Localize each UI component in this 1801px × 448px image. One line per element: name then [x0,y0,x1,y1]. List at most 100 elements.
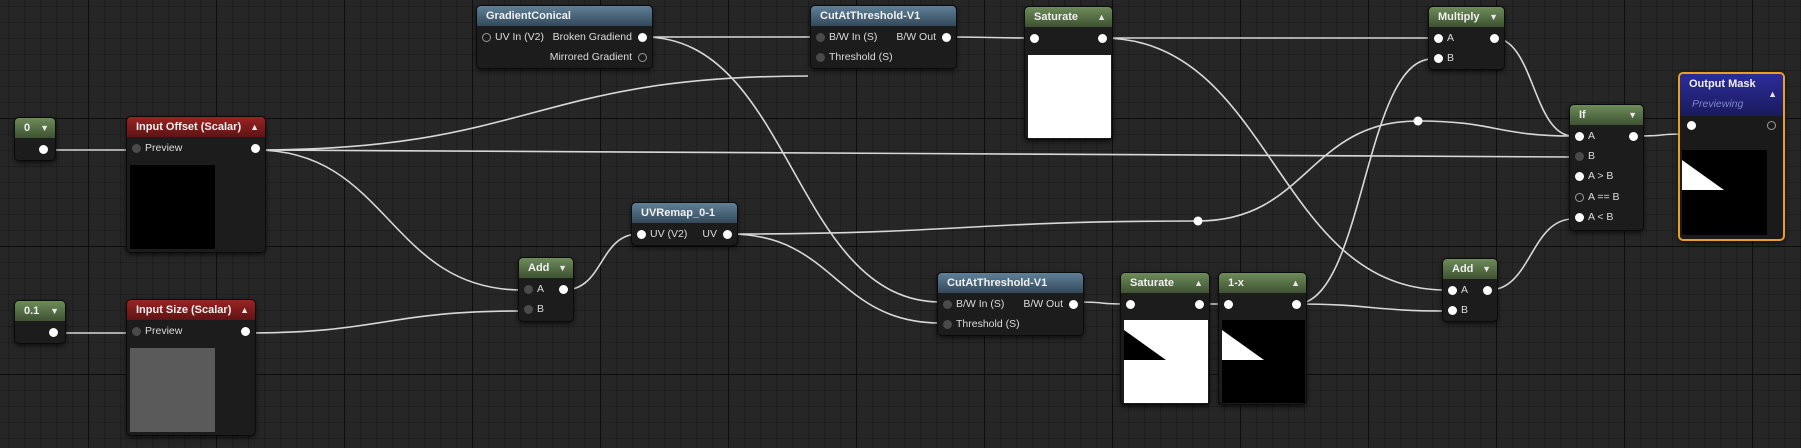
mask-shape [1222,330,1264,360]
output-pin[interactable] [1195,300,1204,309]
input-offset-scalar-node[interactable]: Input Offset (Scalar) ▲ Preview [126,116,266,253]
output-pin[interactable] [1490,34,1499,43]
preview-thumbnail [130,165,215,249]
triangle-down-icon[interactable]: ▼ [50,301,59,321]
input-pin-a-less-b[interactable] [1575,213,1584,222]
node-title: Multiply [1438,11,1480,23]
triangle-up-icon[interactable]: ▲ [250,117,259,137]
connection-wire[interactable] [1295,58,1433,305]
connection-wire[interactable] [1488,218,1574,291]
output-pin[interactable] [1483,286,1492,295]
triangle-down-icon[interactable]: ▼ [558,258,567,278]
input-pin-bw-in[interactable] [816,33,825,42]
constant-point-one-node[interactable]: 0.1 ▼ [14,300,66,344]
output-pin[interactable] [1629,132,1638,141]
output-pin[interactable] [251,144,260,153]
input-pin[interactable] [1224,300,1233,309]
connection-wire[interactable] [1417,120,1574,137]
preview-pin[interactable] [132,327,141,336]
triangle-down-icon[interactable]: ▼ [40,118,49,138]
output-pin[interactable] [559,285,568,294]
add-node-left[interactable]: Add ▼ A B [518,257,574,322]
multiply-node[interactable]: Multiply ▼ A B [1428,6,1505,70]
input-pin-b[interactable] [524,305,533,314]
gradient-conical-node[interactable]: GradientConical UV In (V2) Broken Gradie… [476,5,653,69]
input-pin-a[interactable] [1575,132,1584,141]
input-pin-uv[interactable] [637,230,646,239]
output-pin[interactable] [241,327,250,336]
node-title: GradientConical [486,10,571,22]
preview-thumbnail [1028,55,1111,138]
preview-pin[interactable] [132,144,141,153]
preview-thumbnail [1124,320,1208,403]
preview-label: Preview [145,142,183,154]
cut-at-threshold-node-bottom[interactable]: CutAtThreshold-V1 B/W In (S) B/W Out Thr… [937,272,1084,336]
input-pin[interactable] [1126,300,1135,309]
node-title: Saturate [1034,11,1079,23]
connection-wire[interactable] [729,220,1199,235]
triangle-down-icon[interactable]: ▼ [1482,259,1491,279]
output-mask-node[interactable]: Output Mask ▲ Previewing [1678,72,1785,241]
triangle-up-icon[interactable]: ▲ [1768,84,1777,104]
triangle-up-icon[interactable]: ▲ [1097,7,1106,27]
if-node[interactable]: If ▼ A B A > B A == B A < B [1569,104,1644,231]
pin-label-a: A [1588,130,1596,142]
output-pin-bw-out[interactable] [1069,300,1078,309]
connection-wire[interactable] [563,233,640,291]
input-pin[interactable] [1030,34,1039,43]
output-pin[interactable] [39,145,48,154]
input-size-scalar-node[interactable]: Input Size (Scalar) ▲ Preview [126,299,256,436]
output-pin[interactable] [1292,300,1301,309]
previewing-label: Previewing [1692,98,1744,110]
input-pin-bw-in[interactable] [943,300,952,309]
input-pin-a-equals-b[interactable] [1575,193,1584,202]
input-pin-a[interactable] [1434,34,1443,43]
connection-wire[interactable] [255,149,523,291]
input-pin-b[interactable] [1448,306,1457,315]
connection-wire[interactable] [729,233,942,324]
connection-wire[interactable] [1493,37,1574,137]
output-pin[interactable] [1767,121,1776,130]
reroute-node[interactable] [1413,116,1423,126]
connection-wire[interactable] [1295,303,1447,312]
input-pin-threshold[interactable] [816,53,825,62]
input-pin[interactable] [1687,121,1696,130]
triangle-up-icon[interactable]: ▲ [240,300,249,320]
reroute-node[interactable] [1193,216,1203,226]
connection-wire[interactable] [1101,37,1447,291]
output-pin[interactable] [49,328,58,337]
connection-wire[interactable] [245,310,523,334]
uvremap-node[interactable]: UVRemap_0-1 UV (V2) UV [631,202,738,246]
triangle-up-icon[interactable]: ▲ [1291,273,1300,293]
connection-wire[interactable] [255,149,1574,158]
saturate-node-top[interactable]: Saturate ▲ [1024,6,1113,140]
connection-wire[interactable] [255,75,809,151]
saturate-node-bottom[interactable]: Saturate ▲ [1120,272,1210,405]
node-title: Input Offset (Scalar) [136,121,242,133]
triangle-up-icon[interactable]: ▲ [1194,273,1203,293]
node-title: Add [528,262,550,274]
triangle-down-icon[interactable]: ▼ [1489,7,1498,27]
output-pin-uv[interactable] [723,230,732,239]
output-pin-broken-gradient[interactable] [638,33,647,42]
input-pin-a[interactable] [1448,286,1457,295]
connection-wire[interactable] [947,36,1034,39]
input-pin-a-greater-b[interactable] [1575,172,1584,181]
input-pin-threshold[interactable] [943,320,952,329]
input-pin-uv[interactable] [482,33,491,42]
output-pin[interactable] [1098,34,1107,43]
output-pin-bw-out[interactable] [942,33,951,42]
input-pin-b[interactable] [1575,152,1584,161]
pin-label-bw-out: B/W Out [896,31,936,43]
connection-wire[interactable] [643,36,942,303]
input-pin-a[interactable] [524,285,533,294]
add-node-right[interactable]: Add ▼ A B [1442,258,1498,322]
output-pin-mirrored-gradient[interactable] [638,53,647,62]
cut-at-threshold-node-top[interactable]: CutAtThreshold-V1 B/W In (S) B/W Out Thr… [810,5,957,69]
pin-label-a: A [1447,32,1455,44]
constant-zero-node[interactable]: 0 ▼ [14,117,56,161]
connection-wire[interactable] [1197,120,1419,222]
one-minus-node[interactable]: 1-x ▲ [1218,272,1307,405]
input-pin-b[interactable] [1434,54,1443,63]
triangle-down-icon[interactable]: ▼ [1628,105,1637,125]
